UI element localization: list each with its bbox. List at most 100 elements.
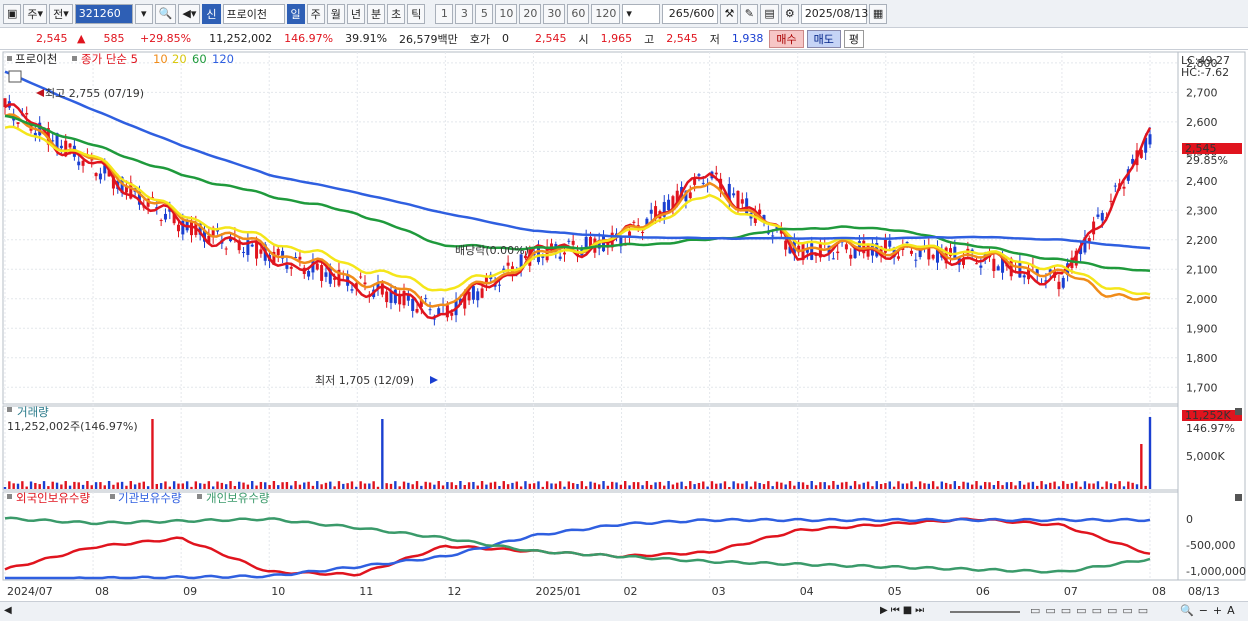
volume-bar — [845, 481, 848, 489]
volume-bar — [433, 484, 436, 489]
candle-body — [393, 289, 397, 304]
code-dropdown-icon[interactable]: ▾ — [134, 3, 153, 24]
legend-bullet — [72, 56, 77, 61]
volume-bar — [615, 482, 618, 489]
interval-120-button[interactable]: 120 — [591, 3, 621, 24]
volume-bar — [151, 419, 154, 489]
volume-bar — [485, 484, 488, 489]
zoom-slider[interactable] — [950, 611, 1020, 613]
interval-60-button[interactable]: 60 — [567, 3, 590, 24]
interval-3-button[interactable]: 3 — [455, 3, 474, 24]
gear-icon[interactable]: ⚙ — [780, 3, 799, 24]
volume-bar — [190, 486, 193, 489]
candle-body — [736, 190, 740, 209]
volume-bar — [1062, 481, 1065, 489]
candle-body — [506, 262, 510, 266]
tab-period-minute[interactable]: 분 — [367, 3, 386, 24]
count-value: 265 — [668, 7, 690, 20]
volume-bar — [983, 481, 987, 489]
buy-button[interactable]: 매수 — [769, 29, 804, 48]
volume-bar — [1057, 486, 1061, 489]
calendar-icon[interactable]: ▦ — [868, 3, 888, 24]
volume-bar — [368, 483, 371, 489]
volume-bar — [988, 482, 991, 489]
save-icon[interactable]: ▤ — [760, 3, 779, 24]
tab-period-month[interactable]: 월 — [326, 3, 345, 24]
eval-button[interactable]: 평 — [843, 29, 865, 48]
volume-bar — [905, 483, 909, 489]
candle-body — [259, 249, 263, 254]
chart-tools-icon[interactable]: ⚒ — [720, 3, 739, 24]
high-label: 고 — [644, 32, 655, 46]
tab-period-week[interactable]: 주 — [306, 3, 325, 24]
volume-bar — [667, 481, 670, 489]
period-day-select[interactable]: 주 ▾ — [23, 3, 48, 24]
tab-period-second[interactable]: 초 — [387, 3, 406, 24]
open-price: 1,965 — [600, 32, 633, 45]
search-icon[interactable]: 🔍 — [154, 3, 177, 24]
volume-bar — [16, 483, 20, 489]
stock-chart[interactable]: 2,8002,7002,6002,5002,4002,3002,2002,100… — [0, 50, 1248, 601]
interval-10-button[interactable]: 10 — [495, 3, 518, 24]
draw-icon[interactable]: ✎ — [740, 3, 759, 24]
holding-panel-close-icon[interactable] — [1235, 494, 1242, 501]
legend-ma10: 10 — [153, 52, 168, 66]
candle-body — [98, 173, 102, 180]
volume-bar — [298, 484, 302, 489]
interval-1-button[interactable]: 1 — [435, 3, 454, 24]
volume-bar — [21, 481, 24, 489]
scroll-left-icon[interactable]: ◀ — [4, 605, 12, 616]
period-day-label: 주 — [27, 7, 38, 21]
volume-bar — [8, 481, 11, 489]
volume-bar — [849, 485, 852, 489]
candle-body — [632, 221, 636, 223]
interval-20-button[interactable]: 20 — [519, 3, 542, 24]
speaker-icon[interactable]: ◀▾ — [178, 3, 201, 24]
date-input[interactable]: 2025/08/13 — [800, 3, 868, 24]
tab-period-tick[interactable]: 틱 — [407, 3, 426, 24]
volume-bar — [42, 481, 46, 489]
interval-5-button[interactable]: 5 — [475, 3, 494, 24]
x-tick: 02 — [624, 585, 638, 598]
volume-bar — [801, 482, 805, 489]
price-y-tick: 2,700 — [1186, 86, 1218, 99]
chart-menu-icon[interactable]: ▣ — [3, 3, 22, 24]
chart-view-icons[interactable]: ▭▭▭▭▭▭▭▭ — [1030, 604, 1153, 617]
zoom-icons[interactable]: 🔍−+A — [1180, 604, 1240, 617]
tab-period-day[interactable]: 일 — [286, 3, 305, 24]
prev-button[interactable]: 전 ▾ — [49, 3, 73, 24]
hc-label: HC:-7.62 — [1181, 66, 1229, 79]
stock-name-field[interactable]: 프로이천 — [222, 3, 285, 24]
volume-bar — [693, 484, 696, 489]
candle-body — [996, 266, 1000, 271]
volume-bar — [1014, 485, 1017, 489]
candle-body — [424, 298, 428, 300]
interval-custom-input[interactable]: ▾ — [622, 3, 661, 24]
sell-button[interactable]: 매도 — [806, 29, 841, 48]
volume-bar — [940, 481, 944, 489]
count-field[interactable]: 265/600 — [662, 3, 719, 24]
interval-30-button[interactable]: 30 — [543, 3, 566, 24]
volume-bar — [502, 481, 505, 489]
candle-body — [771, 235, 775, 237]
volume-bar — [389, 483, 393, 489]
legend-ma120: 120 — [212, 52, 234, 66]
volume-bar — [892, 486, 896, 489]
tab-period-year[interactable]: 년 — [346, 3, 366, 24]
candle-body — [1148, 134, 1152, 145]
prev-label: 전 — [53, 7, 64, 21]
volume-bar — [541, 486, 545, 489]
stock-code-input[interactable]: 321260 — [74, 3, 133, 24]
legend-bullet — [110, 494, 115, 499]
volume-bar — [745, 481, 748, 489]
volume-bar — [797, 481, 800, 489]
open-label: 시 — [578, 32, 589, 46]
volume-panel-close-icon[interactable] — [1235, 408, 1242, 415]
table-icon[interactable] — [8, 70, 22, 83]
volume-bar — [172, 481, 176, 489]
playback-controls-icon[interactable]: ▶⏮■⏭ — [880, 605, 927, 616]
candle-body — [415, 308, 419, 313]
candle-body — [359, 276, 363, 278]
x-tick: 08/13 — [1188, 585, 1220, 598]
volume-ratio: 146.97% — [284, 32, 334, 45]
